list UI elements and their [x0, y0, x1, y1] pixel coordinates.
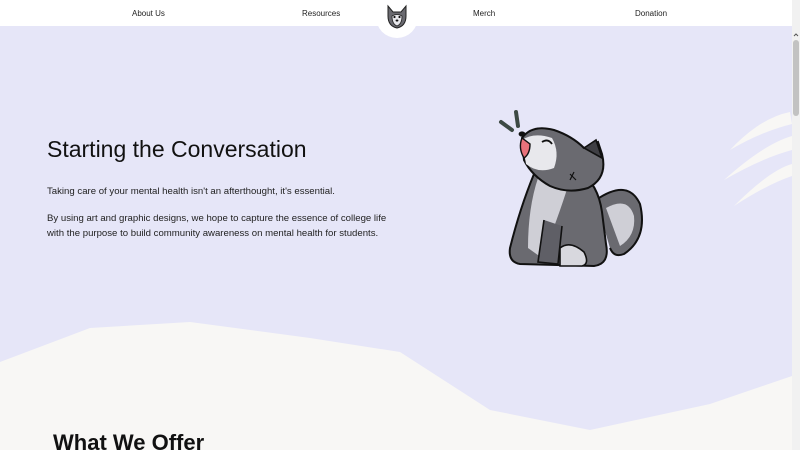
hero-paragraph-1: Taking care of your mental health isn't …: [47, 186, 335, 197]
section-title-what-we-offer: What We Offer: [53, 430, 205, 450]
nav-merch[interactable]: Merch: [473, 9, 495, 18]
howling-husky-icon: [499, 110, 643, 268]
home-logo-button[interactable]: [376, 0, 418, 38]
hero-paragraph-2: By using art and graphic designs, we hop…: [47, 213, 387, 239]
nav-about-us[interactable]: About Us: [132, 9, 165, 18]
husky-logo-icon: [387, 4, 407, 29]
claw-marks-icon: [724, 112, 792, 206]
hero-title: Starting the Conversation: [47, 136, 307, 162]
nav-donation[interactable]: Donation: [635, 9, 667, 18]
nav-resources[interactable]: Resources: [302, 9, 340, 18]
page-scrollbar[interactable]: [792, 0, 800, 450]
scrollbar-thumb[interactable]: [793, 40, 799, 116]
scroll-up-arrow-icon[interactable]: [793, 32, 799, 38]
